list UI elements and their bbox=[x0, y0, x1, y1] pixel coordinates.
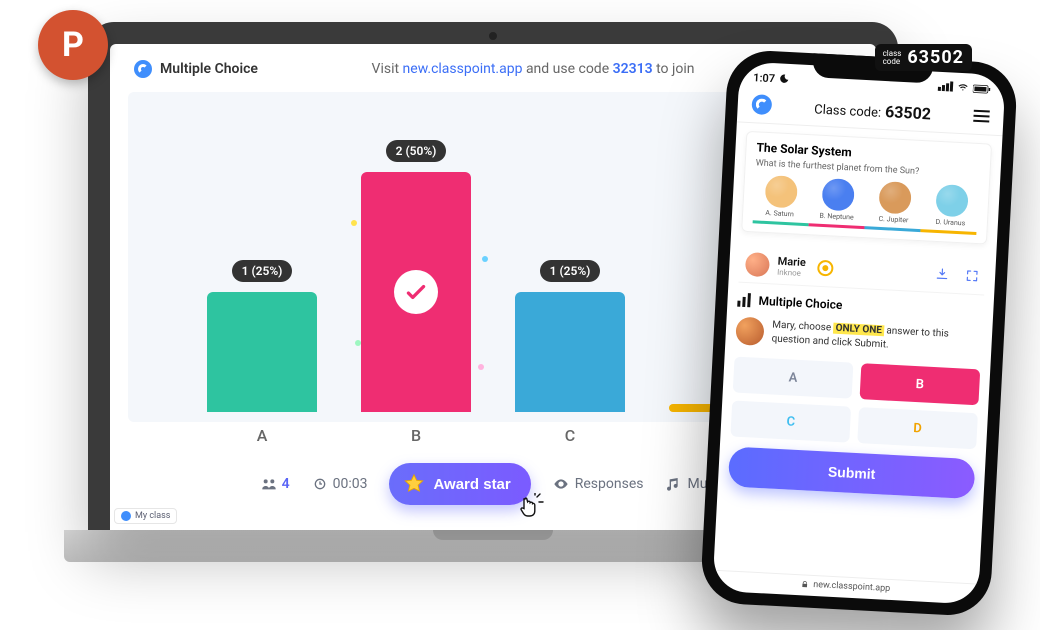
chart-bar bbox=[207, 292, 317, 412]
star-badge-icon bbox=[817, 260, 834, 277]
brand-logo-icon bbox=[134, 60, 152, 78]
browser-url: new.classpoint.app bbox=[813, 580, 891, 594]
instruction-highlight: ONLY ONE bbox=[833, 323, 884, 337]
award-star-label: Award star bbox=[433, 476, 510, 493]
class-code-value: 63502 bbox=[907, 47, 964, 68]
instruction-text: Mary, choose ONLY ONE answer to this que… bbox=[771, 318, 982, 357]
join-instructions: Visit new.classpoint.app and use code 32… bbox=[316, 61, 750, 77]
chart-bar bbox=[361, 172, 471, 412]
section-header: Multiple Choice bbox=[737, 293, 983, 320]
planet-icon bbox=[764, 175, 798, 209]
option-b[interactable]: B bbox=[860, 363, 981, 405]
powerpoint-letter: P bbox=[62, 25, 84, 65]
webcam-icon bbox=[489, 32, 497, 40]
timer-icon bbox=[312, 476, 328, 492]
download-icon[interactable] bbox=[935, 267, 950, 282]
option-a[interactable]: A bbox=[733, 357, 854, 399]
chart-column: 1 (25%) bbox=[515, 260, 625, 412]
bar-value-label: 2 (50%) bbox=[386, 140, 447, 162]
chart-bar bbox=[515, 292, 625, 412]
slide-options: A. Saturn B. Neptune C. Jupiter D. Uranus bbox=[753, 174, 979, 228]
status-time: 1:07 bbox=[753, 71, 776, 85]
option-d[interactable]: D bbox=[857, 407, 978, 449]
chart-column: 2 (50%) bbox=[361, 140, 471, 412]
answer-options: A B C D bbox=[730, 357, 980, 450]
chart-column: 1 (25%) bbox=[207, 260, 317, 412]
brand-logo-icon bbox=[751, 94, 772, 115]
slide-option: D. Uranus bbox=[924, 183, 979, 228]
class-code-pill: class code 63502 bbox=[875, 44, 972, 71]
bar-value-label: 1 (25%) bbox=[540, 260, 601, 282]
instruction-row: Mary, choose ONLY ONE answer to this que… bbox=[735, 317, 982, 358]
phone-screen: 1:07 Class code:63502 The Solar Sys bbox=[712, 61, 1005, 604]
x-axis-label: A bbox=[207, 426, 317, 445]
activity-title: Multiple Choice bbox=[134, 60, 304, 78]
planet-icon bbox=[935, 184, 969, 218]
slide-option: C. Jupiter bbox=[867, 180, 922, 225]
eye-icon bbox=[553, 476, 569, 492]
lock-icon bbox=[801, 580, 809, 588]
x-axis-label: C bbox=[515, 426, 625, 445]
planet-icon bbox=[878, 181, 912, 215]
signal-icon bbox=[937, 80, 954, 94]
expand-icon[interactable] bbox=[965, 268, 980, 283]
user-sub: Inknoe bbox=[777, 268, 806, 278]
phone-device: 1:07 Class code:63502 The Solar Sys bbox=[700, 49, 1019, 617]
teacher-avatar bbox=[735, 317, 764, 346]
activity-title-text: Multiple Choice bbox=[160, 61, 258, 77]
participant-count: 4 bbox=[261, 476, 290, 492]
powerpoint-icon: P bbox=[38, 10, 108, 80]
timer-display: 00:03 bbox=[312, 476, 368, 492]
responses-label: Responses bbox=[575, 476, 644, 492]
section-label: Multiple Choice bbox=[758, 294, 843, 312]
powerpoint-badge: P bbox=[38, 10, 108, 80]
phone-class-code: Class code:63502 bbox=[779, 96, 966, 125]
bar-chart-icon bbox=[737, 293, 751, 308]
slide-option-caption: B. Neptune bbox=[810, 211, 863, 222]
correct-check-icon bbox=[394, 270, 438, 314]
phone-frame: 1:07 Class code:63502 The Solar Sys bbox=[700, 49, 1019, 617]
avatar bbox=[745, 252, 770, 277]
people-icon bbox=[261, 476, 277, 492]
join-code: 32313 bbox=[613, 61, 653, 77]
slide-preview: The Solar System What is the furthest pl… bbox=[741, 131, 992, 245]
slide-option: A. Saturn bbox=[753, 174, 808, 219]
slide-option-caption: C. Jupiter bbox=[867, 214, 920, 225]
slide-option-caption: A. Saturn bbox=[753, 208, 806, 219]
my-class-label: My class bbox=[135, 511, 170, 521]
moon-icon bbox=[779, 73, 790, 84]
music-icon bbox=[665, 476, 681, 492]
battery-icon bbox=[973, 84, 991, 95]
class-dot-icon bbox=[121, 511, 131, 521]
join-link[interactable]: new.classpoint.app bbox=[403, 61, 523, 77]
my-class-chip[interactable]: My class bbox=[114, 508, 177, 524]
responses-toggle[interactable]: Responses bbox=[553, 476, 644, 492]
option-c[interactable]: C bbox=[730, 400, 851, 442]
timer-value: 00:03 bbox=[333, 476, 368, 492]
menu-button[interactable] bbox=[973, 110, 990, 123]
planet-icon bbox=[821, 178, 855, 212]
submit-button[interactable]: Submit bbox=[728, 446, 976, 499]
x-axis-label: B bbox=[361, 426, 471, 445]
wifi-icon bbox=[957, 83, 970, 94]
star-icon bbox=[403, 473, 425, 495]
cursor-icon bbox=[515, 493, 547, 525]
slide-option-caption: D. Uranus bbox=[924, 217, 977, 228]
slide-option: B. Neptune bbox=[810, 177, 865, 222]
bar-value-label: 1 (25%) bbox=[232, 260, 293, 282]
award-star-button[interactable]: Award star bbox=[389, 463, 530, 505]
user-row: Marie Inknoe bbox=[738, 246, 986, 296]
participant-number: 4 bbox=[282, 476, 290, 492]
class-code-label: class code bbox=[883, 50, 902, 66]
